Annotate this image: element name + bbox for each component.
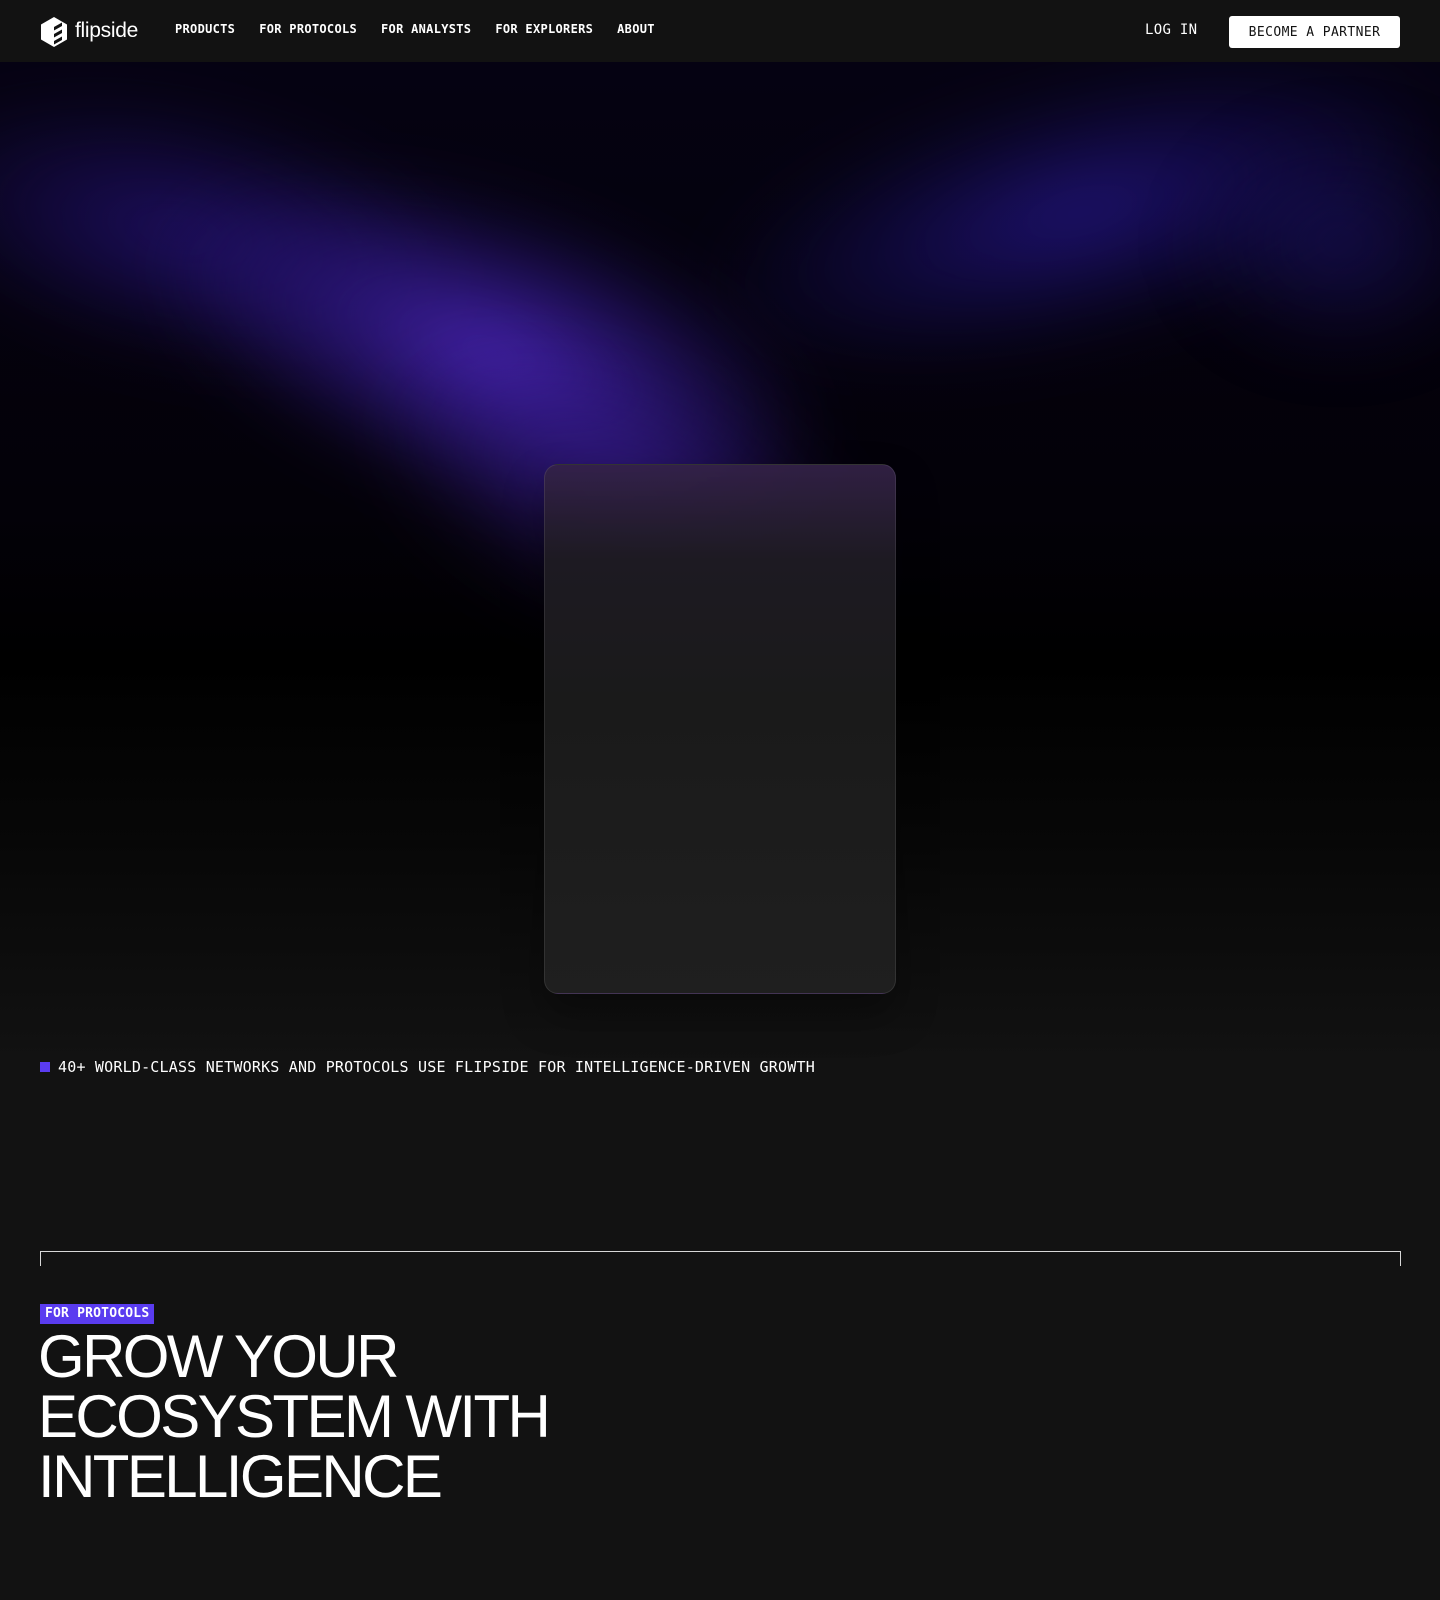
hero-card <box>544 464 896 994</box>
tagline-text: 40+ WORLD-CLASS NETWORKS AND PROTOCOLS U… <box>58 1058 815 1076</box>
hero-section <box>0 62 1440 1062</box>
customers-tagline: 40+ WORLD-CLASS NETWORKS AND PROTOCOLS U… <box>40 1058 815 1076</box>
hero-glow-left <box>0 62 501 422</box>
section-title-line: ECOSYSTEM WITH <box>38 1383 551 1450</box>
nav-link-products[interactable]: PRODUCTS <box>175 22 235 36</box>
section-title-line: GROW YOUR <box>38 1323 399 1390</box>
section-badge: FOR PROTOCOLS <box>40 1304 155 1324</box>
brand-name: flipside <box>75 19 138 42</box>
hero-glow-far-right <box>1180 122 1440 362</box>
accent-square-icon <box>40 1062 50 1072</box>
become-a-partner-button[interactable]: BECOME A PARTNER <box>1229 16 1400 48</box>
nav-link-for-protocols[interactable]: FOR PROTOCOLS <box>259 22 357 36</box>
nav-link-for-explorers[interactable]: FOR EXPLORERS <box>495 22 593 36</box>
section-title: GROW YOUR ECOSYSTEM WITH INTELLIGENCE <box>38 1323 551 1510</box>
flipside-logo[interactable]: flipside <box>40 16 138 48</box>
main-menu: PRODUCTS FOR PROTOCOLS FOR ANALYSTS FOR … <box>175 22 655 36</box>
section-divider <box>40 1251 1401 1266</box>
flipside-cube-logo-icon <box>41 17 67 47</box>
hero-glow-right <box>679 62 1440 431</box>
nav-link-about[interactable]: ABOUT <box>617 22 655 36</box>
nav-link-for-analysts[interactable]: FOR ANALYSTS <box>381 22 471 36</box>
section-title-line: INTELLIGENCE <box>38 1443 443 1510</box>
login-link[interactable]: LOG IN <box>1145 22 1197 38</box>
top-navigation: flipside PRODUCTS FOR PROTOCOLS FOR ANAL… <box>0 0 1440 62</box>
